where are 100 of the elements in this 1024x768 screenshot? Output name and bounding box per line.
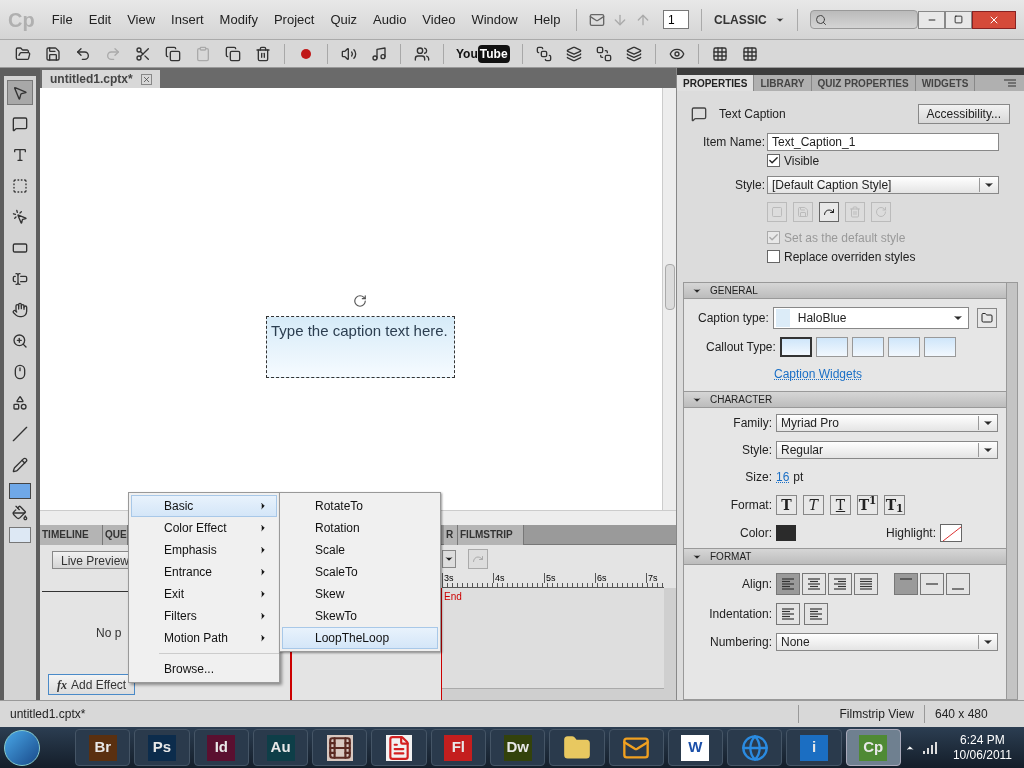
menu-item[interactable]: Insert	[163, 9, 212, 30]
menu-item[interactable]: File	[43, 9, 81, 30]
menu-item[interactable]: Rotation	[282, 517, 438, 539]
workspace-switcher[interactable]: CLASSIC	[714, 10, 785, 29]
middle-button[interactable]	[920, 573, 944, 595]
numbering-dropdown[interactable]: None	[776, 633, 998, 651]
browse-folder-button[interactable]	[976, 308, 997, 328]
center-button[interactable]	[802, 573, 826, 595]
menu-item[interactable]: Window	[463, 9, 526, 30]
signal-icon[interactable]	[922, 741, 937, 754]
taskbar-button[interactable]: Fl	[430, 729, 486, 766]
add-effect-button[interactable]: fx Add Effect	[48, 674, 136, 695]
text-caption[interactable]: Type the caption text here.	[266, 316, 455, 378]
vertical-scrollbar[interactable]	[1006, 283, 1017, 699]
tool-button[interactable]	[7, 80, 33, 105]
caption-widgets-link[interactable]: Caption Widgets	[774, 365, 998, 383]
menu-item[interactable]: Scale	[282, 539, 438, 561]
style-dropdown[interactable]: [Default Caption Style]	[767, 176, 999, 194]
grid-icon[interactable]	[711, 45, 728, 62]
taskbar-button[interactable]	[608, 729, 664, 766]
taskbar-button[interactable]	[371, 729, 427, 766]
taskbar-button[interactable]	[312, 729, 368, 766]
panel-tab[interactable]: TIMELINE	[40, 524, 103, 545]
indent-button[interactable]	[804, 603, 828, 625]
undo-icon[interactable]	[75, 45, 91, 62]
taskbar-button[interactable]	[549, 729, 605, 766]
menu-item[interactable]: Help	[525, 9, 569, 30]
menu-item[interactable]: View	[119, 9, 164, 30]
record-icon[interactable]	[301, 48, 311, 59]
maximize-button[interactable]	[945, 10, 972, 29]
cut-icon[interactable]	[135, 45, 151, 62]
minimize-button[interactable]	[918, 10, 945, 29]
panel-tab[interactable]: R	[444, 524, 458, 545]
taskbar-button[interactable]: Ps	[134, 729, 190, 766]
menu-item[interactable]: Modify	[211, 9, 266, 30]
menu-item[interactable]: Project	[265, 9, 323, 30]
menu-item[interactable]: Skew	[282, 583, 438, 605]
grid-icon[interactable]	[741, 45, 758, 62]
menu-item[interactable]: RotateTo	[282, 495, 438, 517]
duplicate-icon[interactable]	[225, 45, 241, 62]
fill-color-swatch[interactable]	[9, 483, 31, 499]
horizontal-scrollbar[interactable]	[442, 688, 664, 700]
search-field[interactable]	[809, 10, 918, 29]
stroke-color-swatch[interactable]	[9, 527, 31, 543]
bold-button[interactable]: T	[776, 495, 797, 515]
menu-item[interactable]: Motion Path	[131, 627, 277, 649]
save-icon[interactable]	[45, 45, 61, 62]
underline-button[interactable]: T	[830, 495, 851, 515]
paint-bucket-icon[interactable]	[12, 505, 28, 521]
trash-icon[interactable]	[255, 45, 271, 62]
speaker-icon[interactable]	[341, 45, 357, 62]
left-button[interactable]	[776, 573, 800, 595]
menu-item[interactable]: Video	[414, 9, 464, 30]
layers-icon[interactable]	[565, 45, 582, 62]
italic-button[interactable]: T	[803, 495, 824, 515]
menu-item[interactable]: SkewTo	[282, 605, 438, 627]
start-button[interactable]	[4, 729, 40, 766]
mail-icon[interactable]	[588, 11, 605, 28]
menu-item[interactable]: Exit	[131, 583, 277, 605]
menu-item[interactable]: LoopTheLoop	[282, 627, 438, 649]
font-style-dropdown[interactable]: Regular	[776, 441, 998, 459]
section-header[interactable]: CHARACTER	[684, 392, 1006, 408]
document-tab[interactable]: untitled1.cptx*	[42, 70, 160, 88]
folder-icon[interactable]	[15, 45, 31, 62]
menu-item[interactable]: Audio	[365, 9, 415, 30]
rotate-handle-icon[interactable]	[353, 294, 367, 308]
taskbar-button[interactable]: Id	[193, 729, 249, 766]
section-header[interactable]: FORMAT	[684, 549, 1006, 565]
caption-type-dropdown[interactable]: HaloBlue	[772, 307, 969, 329]
panel-tab[interactable]: FILMSTRIP	[458, 524, 524, 545]
music-note-icon[interactable]	[371, 45, 387, 62]
taskbar-button[interactable]: Au	[252, 729, 309, 766]
callout-option[interactable]	[779, 337, 812, 357]
layers-icon[interactable]	[595, 45, 612, 62]
color-swatch[interactable]	[776, 525, 796, 541]
close-button[interactable]	[972, 10, 1016, 29]
vertical-scrollbar[interactable]	[662, 88, 676, 510]
no-color-swatch[interactable]	[940, 524, 962, 542]
layers-icon[interactable]	[625, 45, 642, 62]
outdent-button[interactable]	[776, 603, 800, 625]
checkbox[interactable]	[767, 250, 780, 263]
menu-item[interactable]: Color Effect	[131, 517, 277, 539]
menu-item[interactable]: Basic	[131, 495, 277, 517]
copy-icon[interactable]	[165, 45, 181, 62]
taskbar-button[interactable]: i	[786, 729, 842, 766]
menu-item[interactable]: Filters	[131, 605, 277, 627]
menu-item[interactable]: Quiz	[322, 9, 366, 30]
font-size-value[interactable]: 16	[776, 468, 790, 486]
taskbar-button[interactable]: Dw	[490, 729, 546, 766]
subscript-button[interactable]: T$_{1}$	[884, 495, 905, 515]
close-icon[interactable]	[140, 73, 152, 85]
right-button[interactable]	[828, 573, 852, 595]
font-family-dropdown[interactable]: Myriad Pro	[776, 414, 998, 432]
panel-tab[interactable]: PROPERTIES	[677, 75, 755, 91]
page-number-field[interactable]: 1	[663, 10, 690, 29]
justify-button[interactable]	[854, 573, 878, 595]
vertical-scrollbar[interactable]	[664, 588, 676, 700]
superscript-button[interactable]: T$^{1}$	[857, 495, 878, 515]
menu-item[interactable]: ScaleTo	[282, 561, 438, 583]
taskbar-button[interactable]: Br	[75, 729, 131, 766]
